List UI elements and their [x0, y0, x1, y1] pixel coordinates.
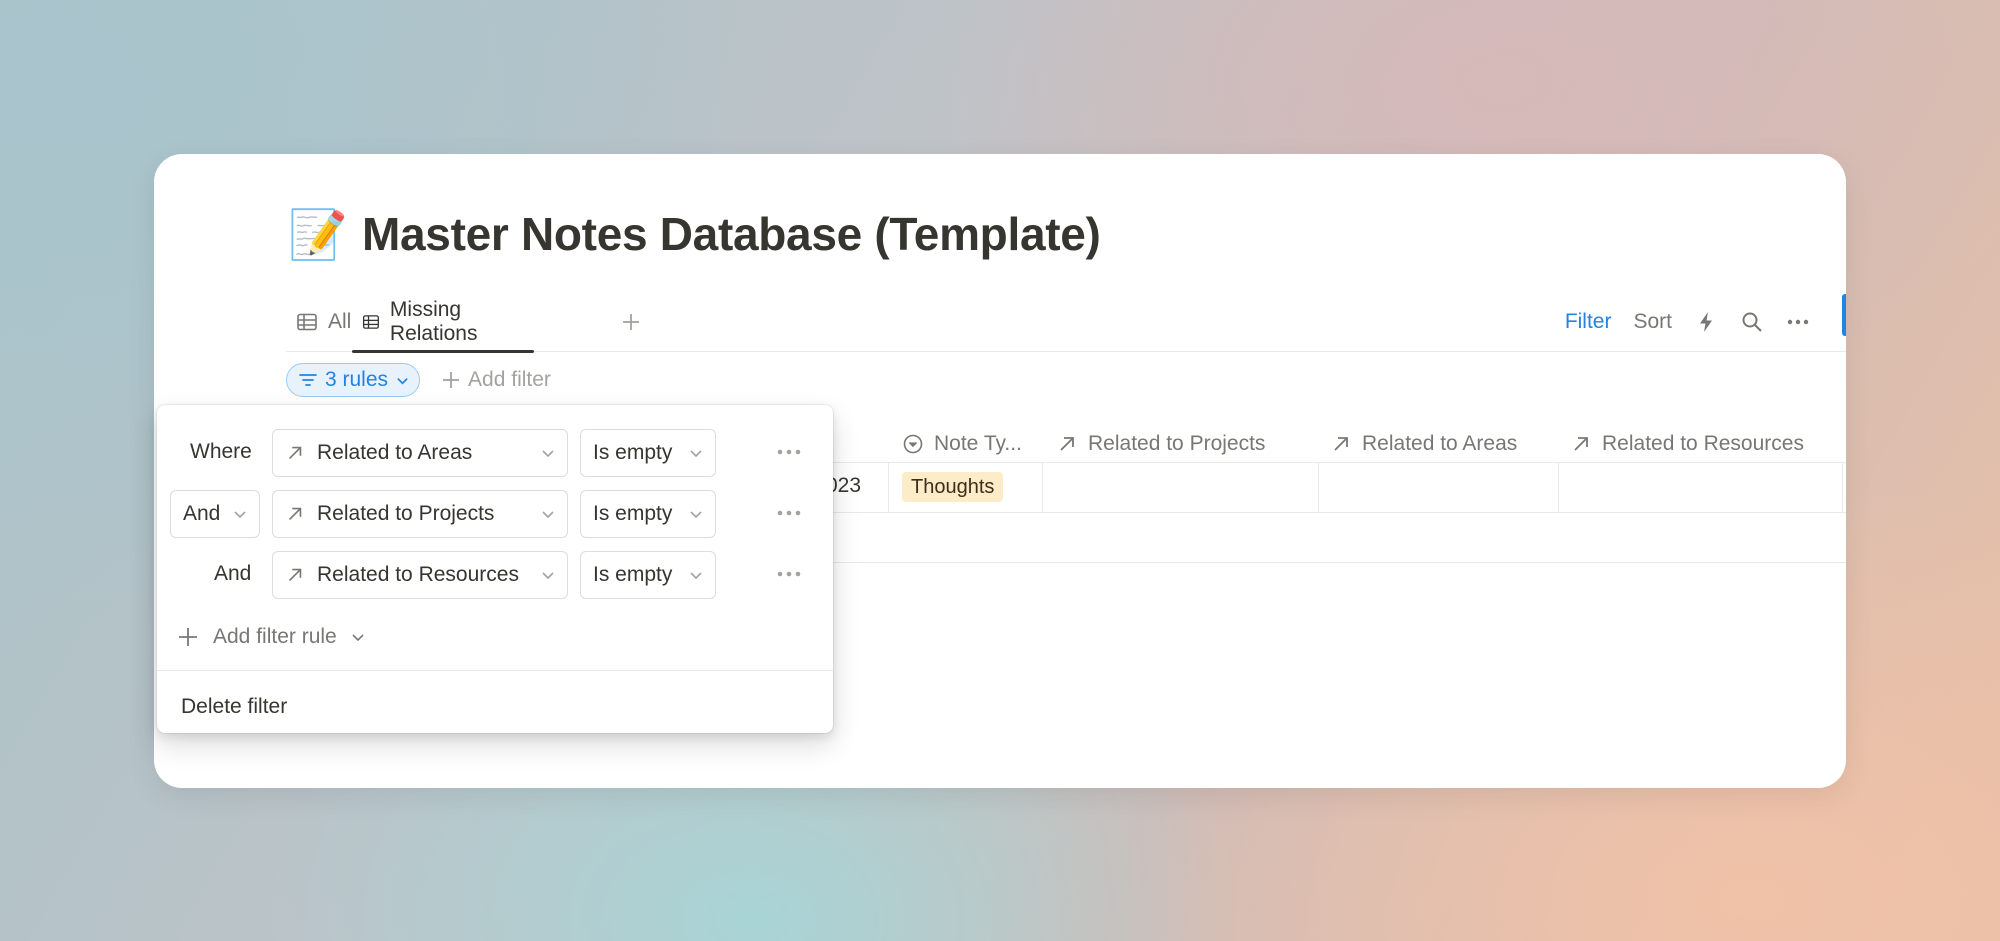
chevron-down-icon — [542, 511, 554, 519]
column-label: Related to Resources — [1602, 432, 1804, 455]
column-divider — [1842, 462, 1843, 512]
filter-lines-icon — [299, 374, 317, 386]
chevron-down-icon — [542, 450, 554, 458]
sort-button[interactable]: Sort — [1633, 310, 1672, 334]
chevron-down-icon — [234, 511, 246, 519]
more-options-button[interactable] — [1786, 310, 1810, 334]
column-header-related-resources[interactable]: Related to Resources — [1570, 416, 1804, 472]
filter-rule: And Related to Projects Is empty — [157, 488, 833, 538]
plus-icon — [179, 628, 197, 646]
automation-button[interactable] — [1694, 310, 1718, 334]
rule-more-button[interactable] — [772, 437, 806, 467]
add-filter-rule-button[interactable]: Add filter rule — [177, 617, 365, 657]
page-title[interactable]: Master Notes Database (Template) — [362, 207, 1101, 261]
add-filter-button[interactable]: Add filter — [442, 368, 551, 392]
tab-label: All — [328, 310, 352, 333]
popover-divider — [157, 670, 833, 671]
rule-property-select[interactable]: Related to Projects — [272, 490, 568, 538]
rule-conjunction: Where — [190, 440, 252, 463]
add-filter-rule-label: Add filter rule — [213, 625, 337, 648]
rule-more-button[interactable] — [772, 498, 806, 528]
rule-operator-select[interactable]: Is empty — [580, 429, 716, 477]
ellipsis-icon — [777, 449, 801, 455]
chevron-down-icon — [542, 572, 554, 580]
plus-icon — [623, 314, 639, 330]
rule-operator-label: Is empty — [593, 441, 673, 464]
new-button-edge[interactable] — [1842, 294, 1846, 336]
table-icon — [297, 313, 317, 331]
chevron-down-icon — [397, 377, 408, 384]
filter-rule: Where Related to Areas Is empty — [157, 427, 833, 477]
view-toolbar: Filter Sort — [1565, 292, 1810, 352]
add-view-button[interactable] — [613, 304, 649, 340]
column-header-note-type[interactable]: Note Ty... — [902, 416, 1022, 472]
chevron-down-icon — [690, 450, 702, 458]
select-circle-icon — [903, 434, 923, 454]
rule-property-select[interactable]: Related to Resources — [272, 551, 568, 599]
rule-conjunction-select[interactable]: And — [170, 490, 260, 538]
relation-arrow-icon — [1574, 437, 1588, 451]
relation-arrow-icon — [288, 507, 302, 521]
rule-property-label: Related to Areas — [317, 441, 473, 464]
filter-button[interactable]: Filter — [1565, 310, 1612, 334]
page-icon[interactable]: 📝 — [288, 204, 348, 264]
page-header: 📝 Master Notes Database (Template) — [288, 204, 1101, 264]
tab-missing-relations[interactable]: Missing Relations — [352, 292, 534, 353]
column-header-related-areas[interactable]: Related to Areas — [1330, 416, 1517, 472]
filter-popover: Where Related to Areas Is empty And Rela… — [157, 405, 833, 733]
column-divider — [1318, 462, 1319, 512]
relation-arrow-icon — [1334, 437, 1348, 451]
lightning-icon — [1700, 312, 1712, 332]
ellipsis-icon — [777, 571, 801, 577]
tab-label: Missing Relations — [389, 298, 478, 345]
rule-operator-select[interactable]: Is empty — [580, 551, 716, 599]
column-divider — [888, 462, 889, 512]
rule-conjunction-label: And — [183, 502, 221, 525]
chevron-down-icon — [352, 634, 364, 642]
chevron-down-icon — [690, 511, 702, 519]
rule-more-button[interactable] — [772, 559, 806, 589]
search-icon — [1742, 312, 1762, 332]
delete-filter-button[interactable]: Delete filter — [181, 687, 287, 727]
rule-property-select[interactable]: Related to Areas — [272, 429, 568, 477]
ellipsis-icon — [1787, 319, 1809, 325]
filter-bar: 3 rules Add filter — [286, 362, 551, 398]
column-label: Note Ty... — [934, 432, 1022, 455]
rules-chip[interactable]: 3 rules — [286, 363, 421, 397]
tab-all[interactable]: All — [286, 292, 361, 352]
relation-arrow-icon — [1060, 437, 1074, 451]
rules-chip-label: 3 rules — [325, 368, 389, 391]
rule-operator-label: Is empty — [593, 563, 673, 586]
plus-icon — [443, 372, 460, 388]
rule-property-label: Related to Projects — [317, 502, 495, 525]
rule-operator-select[interactable]: Is empty — [580, 490, 716, 538]
rule-operator-label: Is empty — [593, 502, 673, 525]
search-button[interactable] — [1740, 310, 1764, 334]
chevron-down-icon — [690, 572, 702, 580]
column-label: Related to Projects — [1088, 432, 1266, 455]
relation-arrow-icon — [288, 568, 302, 582]
add-filter-label: Add filter — [468, 368, 551, 391]
column-divider — [1042, 462, 1043, 512]
ellipsis-icon — [777, 510, 801, 516]
table-icon — [362, 315, 379, 329]
rule-property-label: Related to Resources — [317, 563, 519, 586]
column-label: Related to Areas — [1362, 432, 1518, 455]
rule-conjunction: And — [214, 562, 252, 585]
filter-rule: And Related to Resources Is empty — [157, 549, 833, 599]
note-type-tag[interactable]: Thoughts — [902, 472, 1004, 502]
column-divider — [1558, 462, 1559, 512]
relation-arrow-icon — [288, 446, 302, 460]
column-header-related-projects[interactable]: Related to Projects — [1056, 416, 1265, 472]
